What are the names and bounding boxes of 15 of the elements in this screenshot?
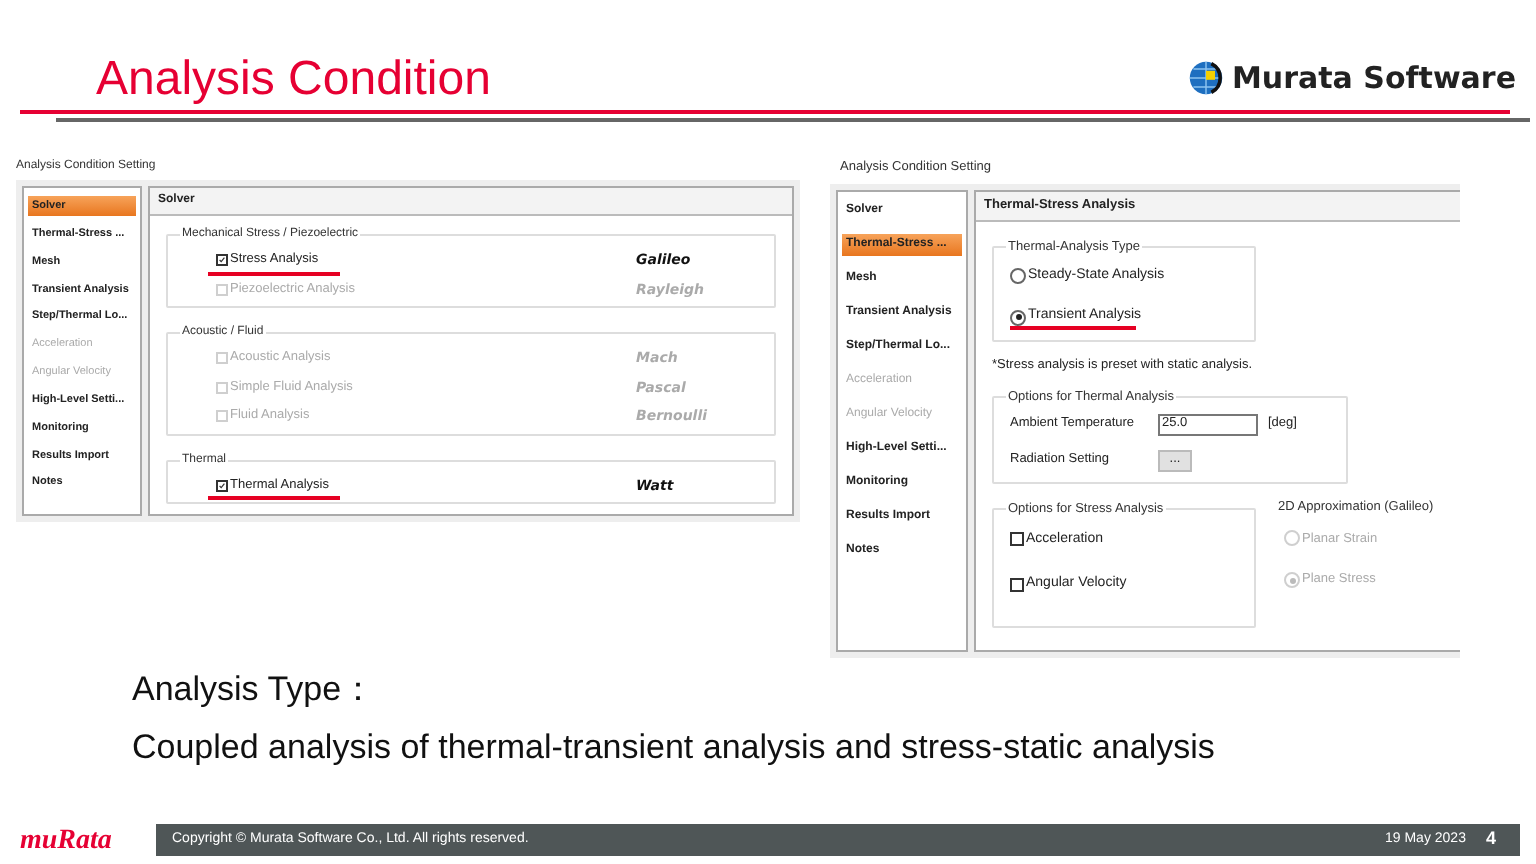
murata-logo: muRata [20, 823, 114, 859]
checkbox[interactable] [1010, 532, 1024, 547]
checkbox[interactable] [216, 254, 228, 267]
check-icon [218, 481, 226, 490]
check-icon [218, 256, 226, 265]
slide-title: Analysis Condition [96, 56, 491, 104]
radio-button[interactable] [1010, 309, 1026, 325]
radio-button[interactable] [1010, 268, 1026, 284]
checkbox[interactable] [216, 479, 228, 492]
checkbox[interactable] [1010, 577, 1024, 592]
globe-logo-icon [1188, 59, 1224, 96]
page-number: 4 [1485, 826, 1496, 853]
brand-name: Murata Software [1232, 57, 1516, 99]
analysis-description: Coupled analysis of thermal-transient analysis and stress-static analysis [132, 725, 1217, 769]
analysis-type-heading: Analysis Type： [132, 668, 378, 712]
